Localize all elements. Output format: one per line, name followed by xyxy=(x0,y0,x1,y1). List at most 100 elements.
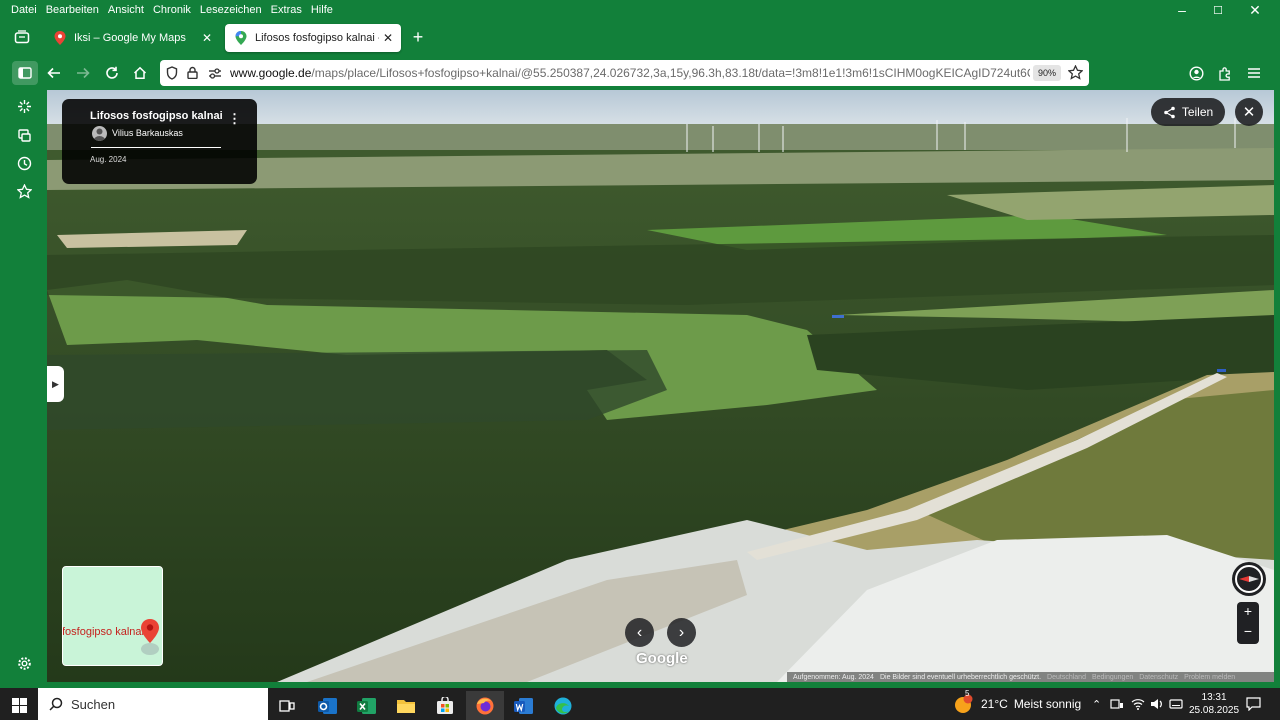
minimap[interactable]: fosfogipso kalnai xyxy=(62,566,163,666)
weather-sun-icon xyxy=(955,694,973,713)
synced-tabs-icon[interactable] xyxy=(14,125,34,145)
close-tab-icon[interactable]: ✕ xyxy=(198,31,216,45)
clock-time: 13:31 xyxy=(1201,692,1227,703)
location-pin-icon xyxy=(141,619,159,655)
compass-icon[interactable] xyxy=(1232,562,1266,596)
privacy-link[interactable]: Datenschutz xyxy=(1139,674,1178,681)
app-window: Datei Bearbeiten Ansicht Chronik Lesezeichen… xyxy=(0,0,1280,720)
weather-widget[interactable]: 5 21°C Meist sonnig xyxy=(952,688,1081,720)
tab-strip: Iksi – Google My Maps ✕ Lifosos fosfogip… xyxy=(0,20,1280,56)
share-icon xyxy=(1164,106,1175,118)
sidebar-settings-icon[interactable] xyxy=(14,653,34,673)
clock-date: 25.08.2025 xyxy=(1189,705,1240,716)
store-icon[interactable] xyxy=(426,691,464,720)
navigation-bar: www.google.de/maps/place/Lifosos+fosfogi… xyxy=(0,56,1280,90)
menu-items: Datei Bearbeiten Ansicht Chronik Lesezeichen… xyxy=(0,0,1280,20)
url-text[interactable]: www.google.de/maps/place/Lifosos+fosfogi… xyxy=(230,66,1030,80)
volume-icon[interactable] xyxy=(1150,688,1164,720)
clock[interactable]: 13:31 25.08.2025 xyxy=(1189,688,1239,720)
previous-photo-button[interactable]: ‹ xyxy=(625,618,654,647)
terms-link[interactable]: Bedingungen xyxy=(1092,674,1133,681)
close-street-view-button[interactable]: ✕ xyxy=(1235,98,1263,126)
tab-title: Iksi – Google My Maps xyxy=(74,32,186,44)
bookmark-star-icon[interactable] xyxy=(1068,65,1083,80)
author-avatar[interactable] xyxy=(92,126,107,141)
browser-sidebar xyxy=(0,90,47,682)
maps-pin-icon xyxy=(235,31,247,45)
zoom-in-button[interactable]: + xyxy=(1237,603,1259,619)
bookmarks-icon[interactable] xyxy=(14,181,34,201)
menu-icon[interactable] xyxy=(1241,61,1267,85)
share-label: Teilen xyxy=(1181,105,1214,119)
home-icon[interactable] xyxy=(127,61,153,85)
sidebar-toggle-icon[interactable] xyxy=(12,61,38,85)
capture-date[interactable]: Aug. 2024 xyxy=(90,155,126,164)
tab-list-icon[interactable] xyxy=(9,25,35,49)
zoom-control: + − xyxy=(1237,602,1259,644)
tab-title: Lifosos fosfogipso kalnai - Google xyxy=(255,32,379,44)
copyright-note: Die Bilder sind eventuell urheberrechtli… xyxy=(879,673,1042,681)
account-icon[interactable] xyxy=(1183,61,1209,85)
minimap-place-label: fosfogipso kalnai xyxy=(62,626,144,638)
notifications-icon[interactable] xyxy=(1246,688,1261,720)
network-icon[interactable] xyxy=(1110,688,1124,720)
menu-item-bearbeiten[interactable]: Bearbeiten xyxy=(46,4,99,16)
close-tab-icon[interactable]: ✕ xyxy=(379,31,397,45)
windows-taskbar: Suchen 5 21°C Meist sonnig ⌃ 13:31 25.08… xyxy=(0,688,1280,720)
extensions-icon[interactable] xyxy=(1212,61,1238,85)
zoom-level[interactable]: 90% xyxy=(1033,65,1061,81)
start-windows-icon[interactable] xyxy=(0,691,38,720)
attribution-footer: Aufgenommen: Aug. 2024 Die Bilder sind e… xyxy=(787,672,1274,682)
weather-badge: 5 xyxy=(965,689,970,698)
next-photo-button[interactable]: › xyxy=(667,618,696,647)
new-tab-button[interactable]: + xyxy=(405,25,431,49)
firefox-icon[interactable] xyxy=(466,691,504,720)
task-view-icon[interactable] xyxy=(268,691,306,720)
url-path: /maps/place/Lifosos+fosfogipso+kalnai/@5… xyxy=(311,66,1030,80)
edge-icon[interactable] xyxy=(544,691,582,720)
country-link[interactable]: Deutschland xyxy=(1047,674,1086,681)
menu-bar: Datei Bearbeiten Ansicht Chronik Lesezeichen… xyxy=(0,0,1280,20)
address-bar[interactable]: www.google.de/maps/place/Lifosos+fosfogi… xyxy=(160,60,1089,86)
menu-item-ansicht[interactable]: Ansicht xyxy=(108,4,144,16)
tab-google-my-maps[interactable]: Iksi – Google My Maps ✕ xyxy=(44,24,220,52)
place-title[interactable]: Lifosos fosfogipso kalnai xyxy=(90,110,223,122)
maps-pin-icon xyxy=(54,31,66,45)
menu-item-lesezeichen[interactable]: Lesezeichen xyxy=(200,4,262,16)
search-label: Suchen xyxy=(71,696,116,712)
outlook-icon[interactable] xyxy=(309,691,347,720)
tray-chevron-icon[interactable]: ⌃ xyxy=(1092,688,1101,720)
file-explorer-icon[interactable] xyxy=(387,691,425,720)
url-host: www.google.de xyxy=(230,66,312,80)
menu-item-hilfe[interactable]: Hilfe xyxy=(311,4,333,16)
share-button[interactable]: Teilen xyxy=(1151,98,1225,126)
taskbar-search[interactable]: Suchen xyxy=(38,688,268,720)
report-problem-link[interactable]: Problem melden xyxy=(1184,674,1235,681)
history-icon[interactable] xyxy=(14,153,34,173)
ai-chatbot-icon[interactable] xyxy=(14,96,34,116)
author-name[interactable]: Vilius Barkauskas xyxy=(112,128,183,138)
shield-icon[interactable] xyxy=(166,66,178,80)
expand-panel-button[interactable]: ▶ xyxy=(47,366,64,402)
reload-icon[interactable] xyxy=(99,61,125,85)
permissions-icon[interactable] xyxy=(208,68,222,79)
maximize-button[interactable]: ☐ xyxy=(1200,0,1236,20)
menu-item-datei[interactable]: Datei xyxy=(11,4,37,16)
back-icon[interactable] xyxy=(41,61,67,85)
minimize-button[interactable]: – xyxy=(1164,0,1200,20)
lock-icon[interactable] xyxy=(187,66,198,79)
zoom-out-button[interactable]: − xyxy=(1237,623,1259,639)
menu-item-chronik[interactable]: Chronik xyxy=(153,4,191,16)
more-options-icon[interactable]: ⋮ xyxy=(228,111,241,127)
search-icon xyxy=(49,697,63,711)
forward-icon[interactable] xyxy=(70,61,96,85)
menu-item-extras[interactable]: Extras xyxy=(271,4,302,16)
word-icon[interactable] xyxy=(505,691,543,720)
tab-lifosos[interactable]: Lifosos fosfogipso kalnai - Google ✕ xyxy=(225,24,401,52)
google-logo: Google xyxy=(636,650,688,667)
wifi-icon[interactable] xyxy=(1131,688,1145,720)
close-window-button[interactable]: ✕ xyxy=(1237,0,1273,20)
excel-icon[interactable] xyxy=(348,691,386,720)
keyboard-icon[interactable] xyxy=(1169,688,1183,720)
street-view-panorama[interactable]: Lifosos fosfogipso kalnai ⋮ Vilius Barka… xyxy=(47,90,1274,682)
